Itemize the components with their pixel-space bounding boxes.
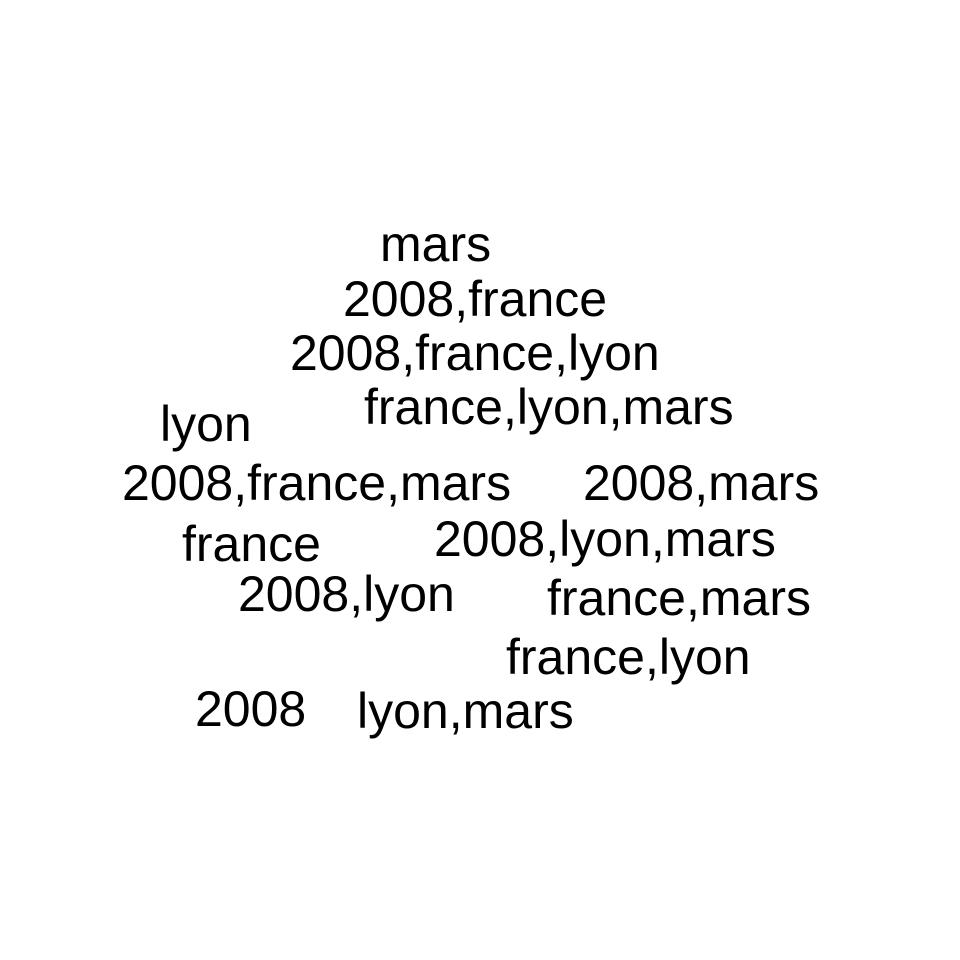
word-france-lyon: france,lyon [506,629,751,685]
word-cloud: mars 2008,france 2008,france,lyon france… [0,0,960,960]
word-2008-france: 2008,france [343,271,608,327]
word-2008-lyon: 2008,lyon [238,566,455,622]
word-2008-mars: 2008,mars [583,455,820,511]
word-france-lyon-mars: france,lyon,mars [364,379,734,435]
word-mars: mars [380,216,492,272]
word-france-mars: france,mars [547,570,811,626]
word-2008-france-mars: 2008,france,mars [122,455,512,511]
word-2008-france-lyon: 2008,france,lyon [290,325,660,381]
word-france: france [182,516,321,572]
word-2008: 2008 [195,681,307,737]
word-lyon: lyon [160,396,252,452]
word-lyon-mars: lyon,mars [357,683,574,739]
word-2008-lyon-mars: 2008,lyon,mars [434,511,776,567]
